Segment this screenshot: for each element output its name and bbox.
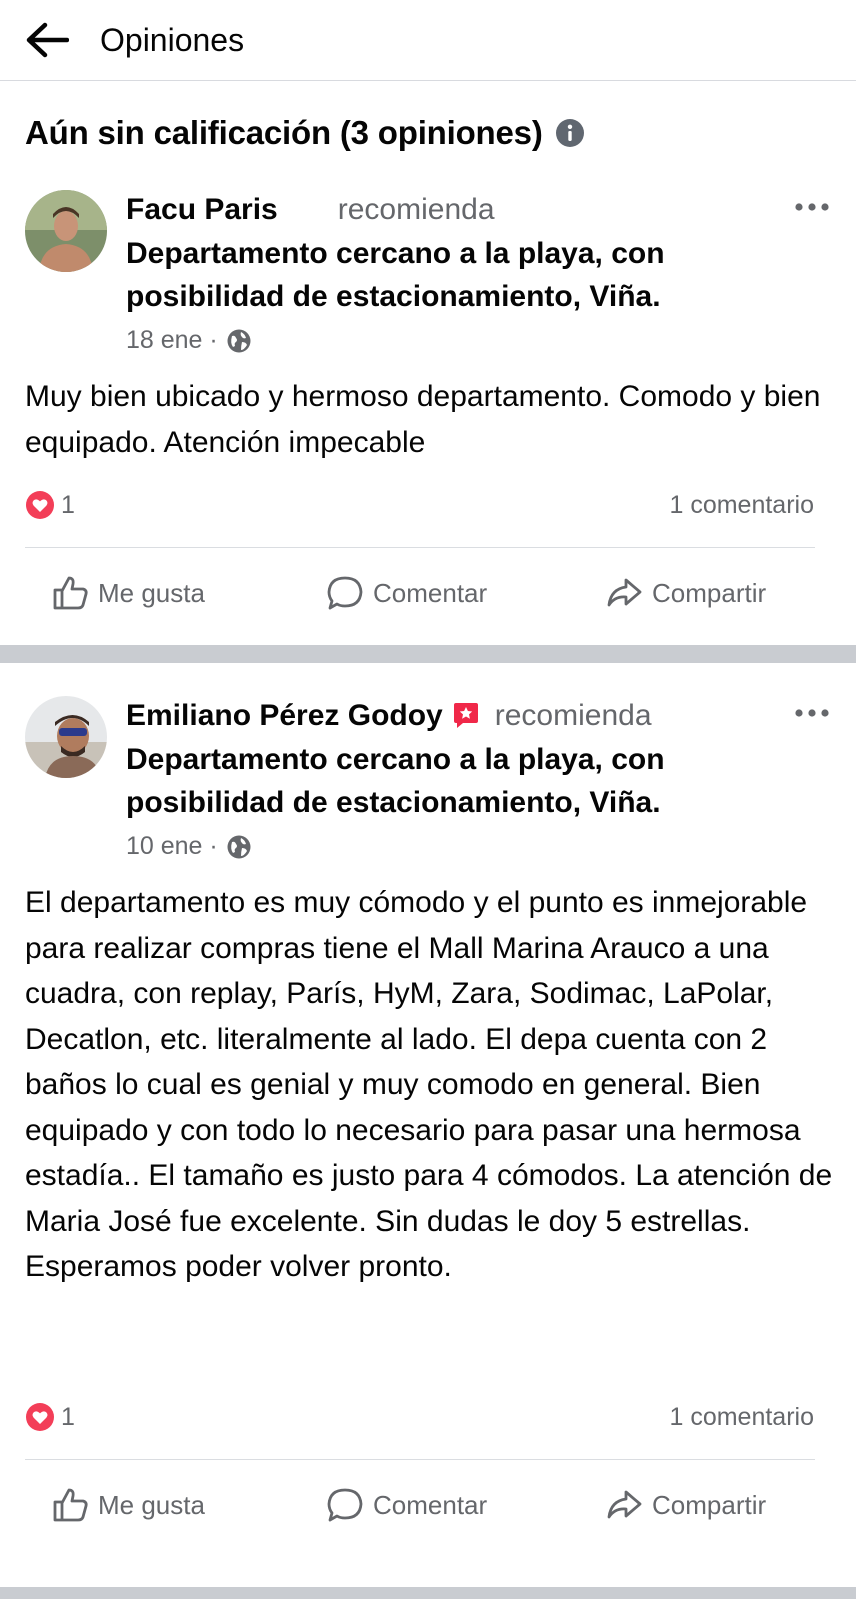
recommend-label: recomienda (337, 193, 495, 226)
avatar[interactable] (25, 190, 107, 272)
like-button[interactable]: Me gusta (50, 1485, 205, 1525)
top-bar: Opiniones (0, 0, 856, 81)
thumbs-up-icon (50, 573, 90, 613)
comment-count[interactable]: 1 comentario (669, 1403, 814, 1432)
review-date[interactable]: 10 ene · (126, 832, 218, 861)
avatar[interactable] (25, 696, 107, 778)
comment-count[interactable]: 1 comentario (669, 491, 814, 520)
back-button[interactable] (22, 18, 72, 62)
review-header: Emiliano Pérez Godoy recomienda (126, 699, 652, 733)
place-name[interactable]: Departamento cercano a la playa, con pos… (126, 232, 786, 318)
place-text: Departamento cercano a la playa, con pos… (126, 743, 665, 819)
comment-button[interactable]: Comentar (325, 573, 487, 613)
place-name[interactable]: Departamento cercano a la playa, con pos… (126, 738, 786, 824)
like-button[interactable]: Me gusta (50, 573, 205, 613)
more-options-button[interactable] (790, 698, 834, 728)
share-button[interactable]: Compartir (604, 1485, 766, 1525)
author-name[interactable]: Facu Paris (126, 193, 278, 227)
arrow-left-icon (26, 22, 69, 58)
share-icon (604, 573, 644, 613)
comment-button[interactable]: Comentar (325, 1485, 487, 1525)
badge-icon (451, 701, 481, 731)
like-label: Me gusta (98, 1489, 205, 1520)
reaction-summary[interactable]: 1 (25, 1402, 75, 1432)
share-label: Compartir (652, 577, 767, 608)
review-text: Muy bien ubicado y hermoso departamento.… (25, 380, 821, 459)
review-meta: 18 ene · (126, 326, 252, 355)
reaction-count: 1 (61, 1402, 75, 1431)
review-date[interactable]: 18 ene · (126, 326, 218, 355)
more-icon (795, 203, 829, 211)
page-title: Opiniones (100, 22, 245, 58)
comment-icon (325, 1485, 365, 1525)
heart-icon (25, 1402, 55, 1432)
action-bar: Me gusta Comentar Compartir (0, 1476, 856, 1536)
reaction-summary[interactable]: 1 (25, 490, 75, 520)
section-separator (0, 645, 856, 663)
recommend-label: recomienda (494, 699, 652, 732)
more-options-button[interactable] (790, 192, 834, 222)
like-label: Me gusta (98, 577, 205, 608)
globe-icon (226, 834, 252, 860)
share-button[interactable]: Compartir (604, 573, 766, 613)
rating-summary-text: Aún sin calificación (3 opiniones) (25, 114, 543, 151)
place-text: Departamento cercano a la playa, con pos… (126, 237, 665, 313)
reaction-count: 1 (61, 490, 75, 519)
comment-icon (325, 573, 365, 613)
share-icon (604, 1485, 644, 1525)
review-meta: 10 ene · (126, 832, 252, 861)
comment-label: Comentar (373, 1489, 488, 1520)
heart-icon (25, 490, 55, 520)
action-bar: Me gusta Comentar Compartir (0, 564, 856, 624)
divider (25, 547, 815, 548)
author-name[interactable]: Emiliano Pérez Godoy (126, 699, 443, 733)
review-text: El departamento es muy cómodo y el punto… (25, 886, 833, 1283)
more-icon (795, 709, 829, 717)
section-separator (0, 1587, 856, 1599)
globe-icon (226, 328, 252, 354)
comment-label: Comentar (373, 577, 488, 608)
info-icon[interactable] (555, 118, 585, 148)
thumbs-up-icon (50, 1485, 90, 1525)
review-header: Facu Paris recomienda (126, 193, 495, 227)
share-label: Compartir (652, 1489, 767, 1520)
rating-summary: Aún sin calificación (3 opiniones) (25, 114, 585, 152)
divider (25, 1459, 815, 1460)
